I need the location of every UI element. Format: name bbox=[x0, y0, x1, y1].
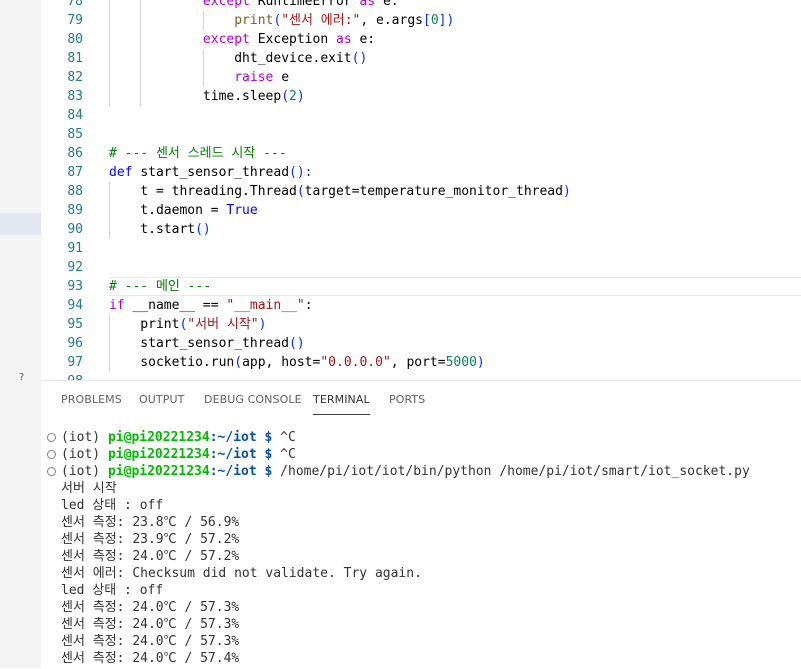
line-number: 95 bbox=[67, 317, 83, 332]
indent-guide bbox=[109, 182, 110, 239]
code-text: t.daemon = True bbox=[109, 203, 258, 218]
code-line[interactable]: 82 raise e bbox=[41, 68, 801, 87]
code-line[interactable]: 93 # --- 메인 --- bbox=[41, 277, 801, 296]
code-editor[interactable]: 78 except RuntimeError as e: 79 print("센서… bbox=[41, 0, 801, 380]
code-text: # --- 메인 --- bbox=[109, 279, 212, 294]
indent-guide bbox=[109, 0, 110, 106]
code-line[interactable]: 79 print("센서 에러:", e.args[0]) bbox=[41, 11, 801, 30]
line-number: 96 bbox=[67, 336, 83, 351]
tab-output[interactable]: OUTPUT bbox=[139, 393, 184, 406]
terminal-output-line: 센서 측정: 23.8℃ / 56.9% bbox=[61, 515, 240, 530]
terminal-output-line: 센서 측정: 24.0℃ / 57.3% bbox=[61, 634, 240, 649]
line-number: 91 bbox=[67, 241, 83, 256]
line-number: 98 bbox=[41, 372, 83, 380]
command-status-icon[interactable] bbox=[47, 467, 56, 476]
tab-ports[interactable]: PORTS bbox=[389, 393, 425, 406]
code-line[interactable]: 88 t = threading.Thread(target=temperatu… bbox=[41, 182, 801, 201]
indent-guide bbox=[202, 11, 204, 30]
code-line[interactable]: 98 bbox=[41, 372, 801, 380]
code-line[interactable]: 96 start_sensor_thread() bbox=[41, 334, 801, 353]
line-number: 82 bbox=[67, 70, 83, 85]
terminal-output-line: 센서 에러: Checksum did not validate. Try ag… bbox=[61, 566, 422, 581]
terminal-output-line: 서버 시작 bbox=[61, 481, 117, 496]
command-status-icon[interactable] bbox=[47, 433, 56, 442]
code-text: time.sleep(2) bbox=[202, 89, 305, 104]
line-number: 89 bbox=[67, 203, 83, 218]
terminal-output-line: 센서 측정: 24.0℃ / 57.3% bbox=[61, 617, 240, 632]
terminal-command-line: (iot) pi@pi20221234:~/iot $ ^C bbox=[61, 430, 296, 445]
code-line[interactable]: 95 print("서버 시작") bbox=[41, 315, 801, 334]
code-line[interactable]: 81 dht_device.exit() bbox=[41, 49, 801, 68]
line-number: 79 bbox=[67, 13, 83, 28]
terminal-output-line: 센서 측정: 24.0℃ / 57.2% bbox=[61, 549, 240, 564]
code-text: raise e bbox=[234, 70, 290, 85]
code-text: def start_sensor_thread(): bbox=[109, 165, 313, 180]
bottom-panel: PROBLEMS OUTPUT DEBUG CONSOLE TERMINAL P… bbox=[41, 380, 801, 669]
tab-problems[interactable]: PROBLEMS bbox=[61, 393, 122, 406]
terminal-command-line: (iot) pi@pi20221234:~/iot $ ^C bbox=[61, 447, 296, 462]
strip-highlight bbox=[0, 213, 41, 235]
indent-guide bbox=[202, 49, 204, 87]
code-line[interactable]: 84 bbox=[41, 106, 801, 125]
line-number: 88 bbox=[67, 184, 83, 199]
code-text: start_sensor_thread() bbox=[109, 336, 305, 351]
code-line[interactable]: 90 t.start() bbox=[41, 220, 801, 239]
help-icon[interactable]: ? bbox=[19, 372, 24, 383]
terminal-output-line: led 상태 : off bbox=[61, 498, 164, 513]
terminal-output-line: led 상태 : off bbox=[61, 583, 164, 598]
code-line[interactable]: 83 time.sleep(2) bbox=[41, 87, 801, 106]
terminal-output-line: 센서 측정: 24.0℃ / 57.4% bbox=[61, 651, 240, 666]
code-line[interactable]: 91 bbox=[41, 239, 801, 258]
line-number: 97 bbox=[67, 355, 83, 370]
code-line[interactable]: 87 def start_sensor_thread(): bbox=[41, 163, 801, 182]
code-line[interactable]: 85 bbox=[41, 125, 801, 144]
line-number: 80 bbox=[67, 32, 83, 47]
code-line[interactable]: 92 bbox=[41, 258, 801, 277]
code-text: dht_device.exit() bbox=[234, 51, 368, 66]
code-text: print("센서 에러:", e.args[0]) bbox=[234, 13, 455, 28]
line-number: 84 bbox=[67, 108, 83, 123]
code-text: t = threading.Thread(target=temperature_… bbox=[109, 184, 571, 199]
line-number: 83 bbox=[67, 89, 83, 104]
line-number: 90 bbox=[67, 222, 83, 237]
code-text: if __name__ == "__main__": bbox=[109, 298, 313, 313]
code-text: t.start() bbox=[109, 222, 211, 237]
code-text: except RuntimeError as e: bbox=[202, 0, 399, 9]
line-number: 85 bbox=[67, 127, 83, 142]
code-text: print("서버 시작") bbox=[109, 317, 267, 332]
code-line[interactable]: 97 socketio.run(app, host="0.0.0.0", por… bbox=[41, 353, 801, 372]
code-line[interactable]: 89 t.daemon = True bbox=[41, 201, 801, 220]
line-number: 92 bbox=[67, 260, 83, 275]
line-number: 78 bbox=[67, 0, 83, 9]
terminal-output-line: 센서 측정: 24.0℃ / 57.3% bbox=[61, 600, 240, 615]
terminal-command-line: (iot) pi@pi20221234:~/iot $ /home/pi/iot… bbox=[61, 464, 750, 479]
indent-guide bbox=[140, 0, 142, 106]
line-number: 93 bbox=[67, 279, 83, 294]
code-line[interactable]: 86 # --- 센서 스레드 시작 --- bbox=[41, 144, 801, 163]
code-text: socketio.run(app, host="0.0.0.0", port=5… bbox=[109, 355, 485, 370]
code-line[interactable]: 94 if __name__ == "__main__": bbox=[41, 296, 801, 315]
code-line[interactable]: 78 except RuntimeError as e: bbox=[41, 0, 801, 11]
line-number: 87 bbox=[67, 165, 83, 180]
line-number: 94 bbox=[67, 298, 83, 313]
indent-guide bbox=[109, 315, 110, 372]
tab-debug-console[interactable]: DEBUG CONSOLE bbox=[204, 393, 302, 406]
tab-terminal[interactable]: TERMINAL bbox=[313, 393, 370, 415]
line-number: 81 bbox=[67, 51, 83, 66]
code-line[interactable]: 80 except Exception as e: bbox=[41, 30, 801, 49]
line-number: 86 bbox=[67, 146, 83, 161]
command-status-icon[interactable] bbox=[47, 450, 56, 459]
code-text: # --- 센서 스레드 시작 --- bbox=[109, 146, 287, 161]
code-text: except Exception as e: bbox=[202, 32, 376, 47]
activity-strip: ? bbox=[0, 0, 41, 668]
terminal-output-line: 센서 측정: 23.9℃ / 57.2% bbox=[61, 532, 240, 547]
